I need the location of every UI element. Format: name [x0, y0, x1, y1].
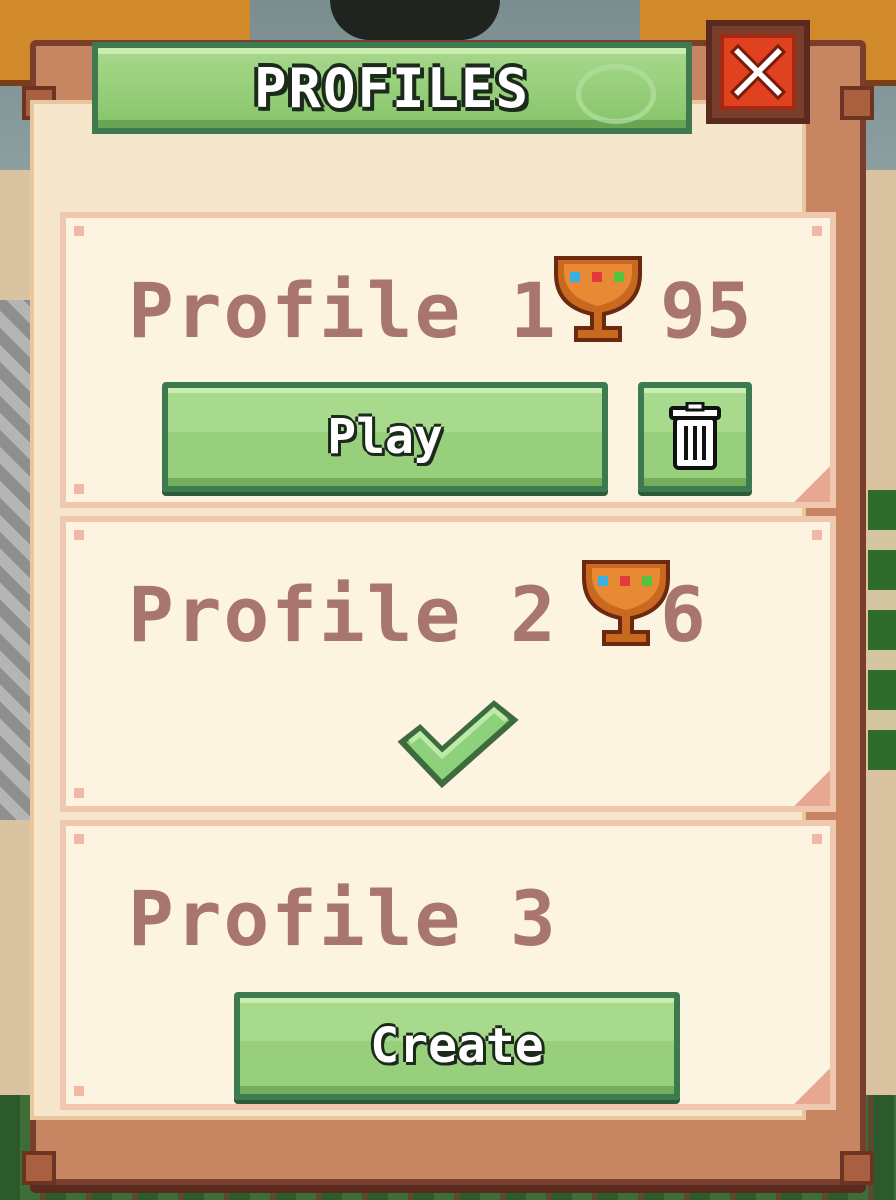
trophy-count: 95 — [660, 266, 752, 355]
profile-slot-2: Profile 2 6 — [60, 516, 836, 812]
profile-name: Profile 2 — [128, 570, 558, 659]
close-button[interactable] — [706, 20, 810, 124]
close-x-icon — [729, 43, 787, 101]
panel-rivet — [74, 788, 84, 798]
background-decoration-right — [868, 490, 896, 770]
trophy-count: 6 — [660, 570, 706, 659]
panel-rivet — [74, 484, 84, 494]
panel-rivet — [812, 834, 822, 844]
title-plate: PROFILES — [92, 42, 692, 134]
panel-rivet — [74, 1086, 84, 1096]
play-button-label: Play — [327, 409, 443, 465]
panel-rivet — [74, 226, 84, 236]
profile-name: Profile 1 — [128, 266, 558, 355]
panel-rivet — [74, 530, 84, 540]
create-button-label: Create — [370, 1018, 544, 1074]
trash-icon — [669, 402, 721, 470]
profile-name: Profile 3 — [128, 874, 558, 963]
frame-corner — [840, 86, 874, 120]
play-button[interactable]: Play — [162, 382, 608, 492]
create-profile-button[interactable]: Create — [234, 992, 680, 1100]
checkmark-icon — [397, 700, 519, 789]
frame-corner — [22, 1151, 56, 1185]
panel-rivet — [74, 834, 84, 844]
delete-profile-button[interactable] — [638, 382, 752, 492]
panel-fold — [794, 1068, 830, 1104]
background-cauldron — [330, 0, 500, 40]
panel-fold — [794, 770, 830, 806]
frame-corner — [840, 1151, 874, 1185]
panel-rivet — [812, 226, 822, 236]
background-stone-column — [0, 300, 30, 820]
profile-slot-1: Profile 1 95 Play — [60, 212, 836, 508]
close-button-face — [720, 34, 796, 110]
panel-rivet — [812, 530, 822, 540]
profile-slot-3: Profile 3 Create — [60, 820, 836, 1110]
panel-fold — [794, 466, 830, 502]
trophy-icon — [554, 256, 642, 342]
dialog-title: PROFILES — [253, 56, 531, 120]
